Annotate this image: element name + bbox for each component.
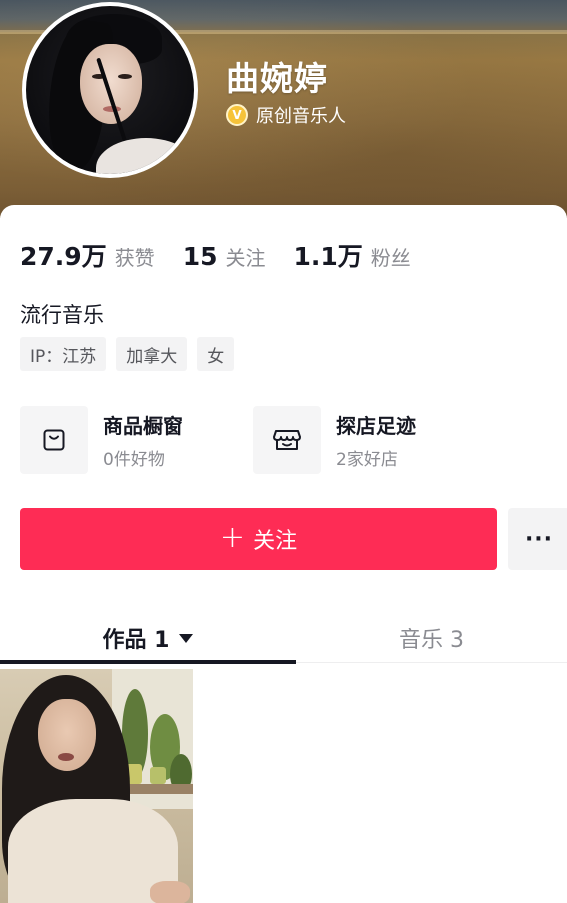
tab-music-label: 音乐 3 [399, 628, 464, 653]
follow-button-label: 关注 [253, 529, 298, 554]
profile-name: 曲婉婷 [226, 59, 328, 98]
profile-stats: 27.9万 获赞 15 关注 1.1万 粉丝 [20, 237, 439, 273]
tab-music[interactable]: 音乐 3 [296, 610, 567, 666]
profile-services: 商品橱窗 0件好物 探店足迹 2家好店 [20, 406, 560, 474]
avatar-shoulder [96, 138, 194, 174]
service-store-visits-title: 探店足迹 [336, 414, 416, 438]
verified-badge[interactable]: V 原创音乐人 [226, 102, 346, 128]
service-shop-window-title: 商品橱窗 [103, 414, 183, 438]
profile-sheet: 27.9万 获赞 15 关注 1.1万 粉丝 流行音乐 IP：江苏 加拿大 女 … [0, 205, 567, 903]
profile-bio: 流行音乐 [20, 303, 104, 327]
tab-works[interactable]: 作品 1 [0, 610, 296, 666]
service-store-visits-subtitle: 2家好店 [336, 450, 398, 470]
follow-button[interactable]: + 关注 [20, 508, 497, 570]
avatar-eye-right [118, 74, 132, 79]
stat-likes-value: 27.9万 [20, 242, 107, 271]
content-tabs: 作品 1 音乐 3 [0, 610, 567, 666]
avatar[interactable] [22, 2, 198, 178]
video-thumbnail[interactable] [0, 669, 193, 903]
more-options-button[interactable]: ··· [508, 508, 567, 570]
stat-likes-label: 获赞 [114, 246, 155, 270]
video-person-hand [150, 881, 190, 903]
stat-followers[interactable]: 1.1万 粉丝 [293, 237, 410, 273]
verified-label: 原创音乐人 [256, 106, 346, 127]
more-icon: ··· [524, 526, 554, 552]
avatar-face [80, 44, 142, 124]
stat-followers-value: 1.1万 [293, 242, 363, 271]
stat-following[interactable]: 15 关注 [183, 242, 266, 271]
shopping-bag-icon [43, 429, 65, 451]
service-shop-window-subtitle: 0件好物 [103, 450, 165, 470]
tag-ip-location: IP：江苏 [20, 337, 107, 371]
service-store-visits[interactable]: 探店足迹 2家好店 [253, 406, 416, 474]
tag-country: 加拿大 [116, 337, 188, 371]
profile-banner: 曲婉婷 V 原创音乐人 [0, 0, 567, 218]
stat-likes[interactable]: 27.9万 获赞 [20, 237, 155, 273]
service-shop-window[interactable]: 商品橱窗 0件好物 [20, 406, 183, 474]
service-store-visits-text: 探店足迹 2家好店 [336, 410, 416, 470]
stat-following-value: 15 [182, 242, 218, 271]
active-tab-indicator [0, 660, 296, 664]
stat-followers-label: 粉丝 [370, 246, 411, 270]
store-icon [273, 430, 301, 450]
tag-gender: 女 [197, 337, 235, 371]
tab-divider [296, 662, 567, 663]
stat-following-label: 关注 [225, 246, 266, 270]
video-plant-pot [150, 767, 166, 784]
profile-tags: IP：江苏 加拿大 女 [20, 337, 235, 371]
video-person-mouth [58, 753, 74, 761]
avatar-photo [26, 6, 194, 174]
verified-icon: V [226, 104, 248, 126]
tab-works-label: 作品 1 [102, 628, 170, 653]
service-shop-window-icon-box [20, 406, 88, 474]
service-store-visits-icon-box [253, 406, 321, 474]
caret-down-icon[interactable] [179, 633, 194, 643]
plus-icon: + [219, 519, 246, 555]
service-shop-window-text: 商品橱窗 0件好物 [103, 410, 183, 470]
